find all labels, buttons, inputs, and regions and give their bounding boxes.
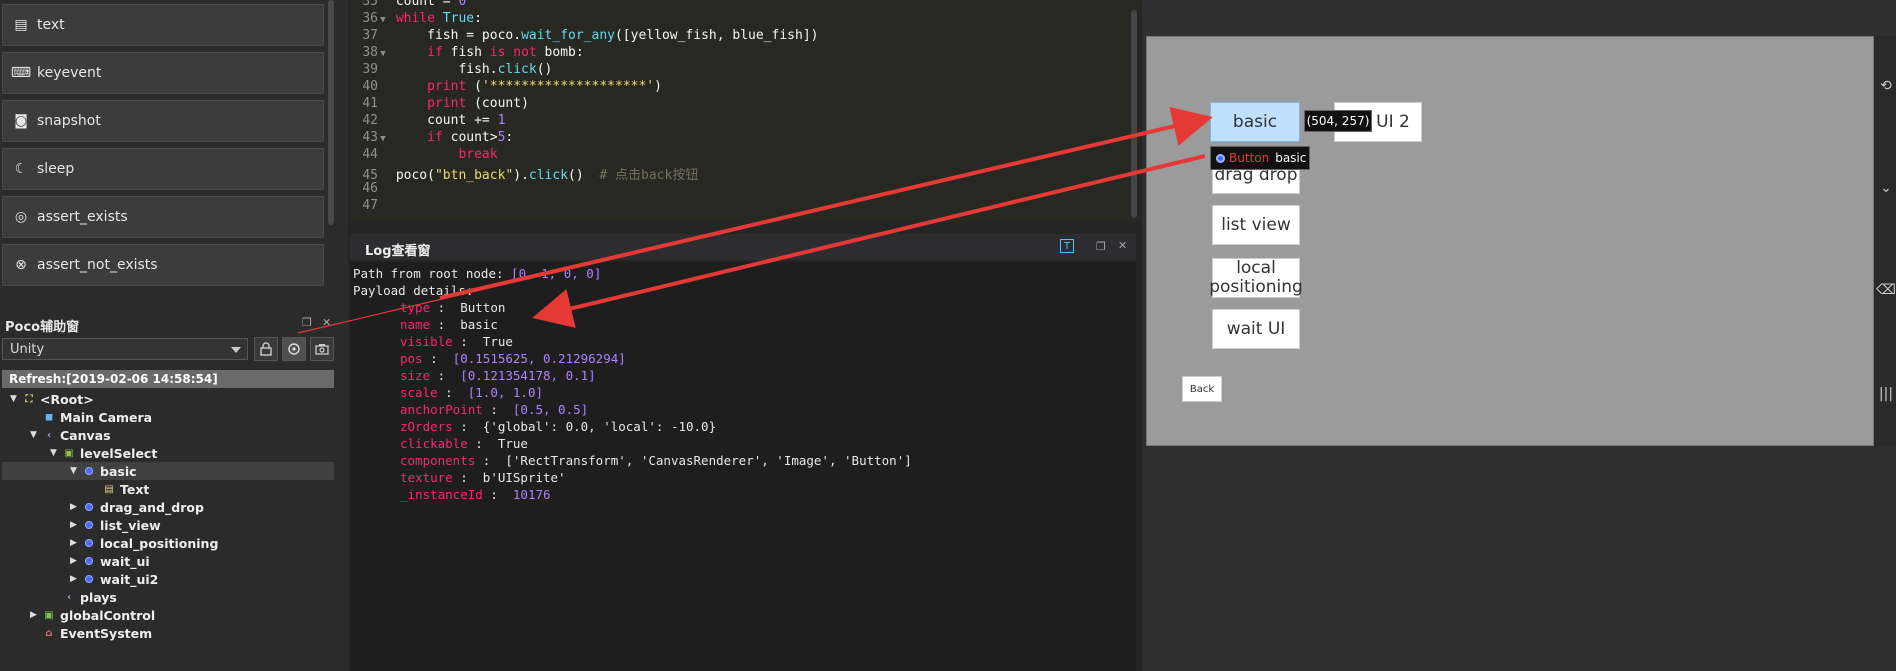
arrow-to-basic-button <box>439 106 1213 300</box>
arrow-to-log-name <box>532 154 1206 328</box>
annotation-arrows <box>297 106 1213 334</box>
